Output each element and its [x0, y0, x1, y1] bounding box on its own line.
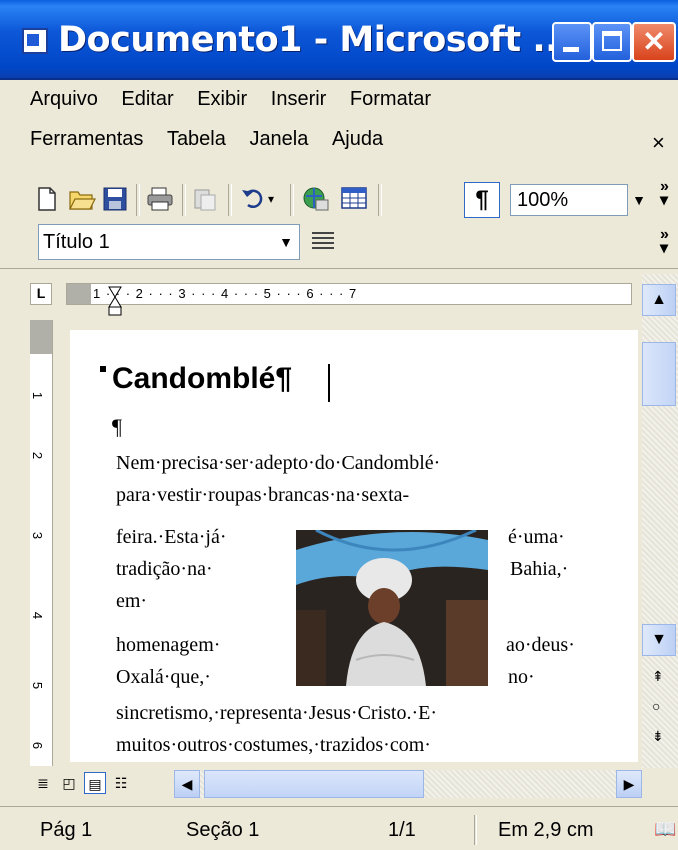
zoom-select[interactable]: 100% [510, 184, 628, 216]
menu-row-1: Arquivo Editar Exibir Inserir Formatar [30, 88, 449, 118]
word-document-icon[interactable] [22, 28, 48, 54]
minimize-button[interactable] [552, 22, 592, 62]
vruler-number: 5 [30, 681, 46, 690]
view-bar: ≣ ◰ ▤ ☷ ◀ ▶ [30, 766, 642, 800]
text-cursor [328, 364, 330, 402]
body-line: sincretismo,·representa·Jesus·Cristo.·E· [116, 702, 438, 724]
style-dropdown-icon[interactable]: ▼ [275, 227, 297, 257]
maximize-icon [602, 31, 622, 51]
body-line: Oxalá·que,· [116, 666, 211, 688]
body-line-right: ao·deus· [506, 634, 575, 656]
body-line-right: Bahia,· [510, 558, 569, 580]
empty-paragraph-mark: ¶ [112, 414, 122, 439]
web-layout-icon[interactable]: ◰ [58, 772, 80, 794]
select-browse-object-icon[interactable]: ○ [652, 698, 660, 714]
spelling-status-icon[interactable]: 📖 [654, 819, 676, 840]
body-line-right: no· [508, 666, 535, 688]
horizontal-scrollbar[interactable]: ◀ ▶ [174, 770, 642, 798]
open-icon[interactable] [68, 186, 96, 212]
previous-page-icon[interactable]: ⇞ [652, 668, 664, 685]
standard-toolbar: ▾ ¶ 100% ▼ » ▾ [0, 179, 678, 222]
new-icon[interactable] [34, 186, 60, 212]
scroll-left-button[interactable]: ◀ [174, 770, 200, 798]
status-section: Seção 1 [186, 819, 260, 841]
body-line: muitos·outros·costumes,·trazidos·com· [116, 734, 431, 756]
menu-janela[interactable]: Janela [249, 128, 308, 151]
align-justify-icon[interactable] [312, 232, 334, 250]
vruler-number: 1 [30, 391, 46, 400]
zoom-dropdown-icon[interactable]: ▼ [628, 184, 650, 216]
menu-row-2: Ferramentas Tabela Janela Ajuda [30, 128, 401, 158]
style-value: Título 1 [43, 231, 110, 253]
indent-marker-icon[interactable] [108, 285, 122, 319]
close-icon: ✕ [642, 26, 666, 57]
next-page-icon[interactable]: ⇟ [652, 728, 664, 745]
body-line: homenagem· [116, 634, 221, 656]
formatting-toolbar: Título 1 ▼ » ▾ [0, 222, 678, 264]
toolbar-options-icon[interactable]: » ▾ [660, 179, 669, 209]
body-line: feira.·Esta·já· [116, 526, 227, 548]
table-icon[interactable] [340, 186, 367, 212]
vertical-ruler[interactable]: 1 2 3 4 5 6 [30, 320, 53, 770]
scroll-right-button[interactable]: ▶ [616, 770, 642, 798]
window-title: Documento1 - Microsoft ... [58, 20, 571, 60]
scroll-up-button[interactable]: ▲ [642, 284, 676, 316]
menu-tabela[interactable]: Tabela [167, 128, 226, 151]
undo-icon[interactable] [240, 186, 266, 212]
status-bar: Pág 1 Seção 1 1/1 Em 2,9 cm 📖 [0, 806, 678, 850]
vruler-number: 3 [30, 531, 46, 540]
status-pages: 1/1 [388, 819, 416, 841]
keep-with-next-mark [100, 366, 106, 372]
body-line-right: é·uma· [508, 526, 565, 548]
word-window: Documento1 - Microsoft ... ✕ Arquivo Edi… [0, 0, 678, 850]
ruler-area: L 1 · · · 2 · · · 3 · · · 4 · · · 5 · · … [0, 268, 678, 317]
tab-selector[interactable]: L [30, 283, 52, 305]
ruler-numbers: 1 · · · 2 · · · 3 · · · 4 · · · 5 · · · … [93, 286, 358, 301]
menu-ajuda[interactable]: Ajuda [332, 128, 383, 151]
close-button[interactable]: ✕ [632, 22, 676, 62]
vruler-number: 2 [30, 451, 46, 460]
menu-editar[interactable]: Editar [121, 88, 173, 111]
menu-exibir[interactable]: Exibir [197, 88, 247, 111]
normal-view-icon[interactable]: ≣ [32, 772, 54, 794]
style-select[interactable]: Título 1 ▼ [38, 224, 300, 260]
menu-bar: Arquivo Editar Exibir Inserir Formatar F… [30, 80, 678, 176]
formatting-options-icon[interactable]: » ▾ [660, 227, 669, 257]
save-icon[interactable] [102, 186, 128, 212]
body-line: Nem·precisa·ser·adepto·do·Candomblé· [116, 452, 441, 474]
menu-ferramentas[interactable]: Ferramentas [30, 128, 143, 151]
paste-icon[interactable] [192, 186, 218, 212]
document-heading: Candomblé¶ [112, 362, 293, 395]
print-icon[interactable] [146, 186, 173, 212]
outline-view-icon[interactable]: ☷ [110, 772, 132, 794]
minimize-icon [563, 47, 579, 52]
body-line: tradição·na· [116, 558, 213, 580]
baiana-photo[interactable] [296, 530, 488, 686]
undo-dropdown-icon[interactable]: ▾ [268, 186, 282, 212]
status-page: Pág 1 [40, 819, 93, 841]
web-icon[interactable] [302, 186, 329, 212]
horizontal-ruler[interactable]: 1 · · · 2 · · · 3 · · · 4 · · · 5 · · · … [66, 283, 632, 305]
scroll-thumb[interactable] [642, 342, 676, 406]
print-layout-icon[interactable]: ▤ [84, 772, 106, 794]
status-position: Em 2,9 cm [498, 819, 594, 841]
show-formatting-button[interactable]: ¶ [464, 182, 500, 218]
menu-arquivo[interactable]: Arquivo [30, 88, 98, 111]
maximize-button[interactable] [592, 22, 632, 62]
title-bar[interactable]: Documento1 - Microsoft ... ✕ [0, 0, 678, 80]
body-line: em· [116, 590, 148, 612]
document-page[interactable]: Candomblé¶ ¶ Nem·precisa·ser·adepto·do·C… [70, 330, 638, 762]
vruler-number: 4 [30, 611, 46, 620]
vruler-number: 6 [30, 741, 46, 750]
menu-inserir[interactable]: Inserir [271, 88, 327, 111]
scroll-down-button[interactable]: ▼ [642, 624, 676, 656]
close-document-button[interactable]: × [652, 130, 665, 156]
horizontal-scroll-thumb[interactable] [204, 770, 424, 798]
vertical-scrollbar[interactable]: ▲ ▼ ⇞ ○ ⇟ [642, 274, 678, 768]
menu-formatar[interactable]: Formatar [350, 88, 431, 111]
body-line: para·vestir·roupas·brancas·na·sexta- [116, 484, 410, 506]
